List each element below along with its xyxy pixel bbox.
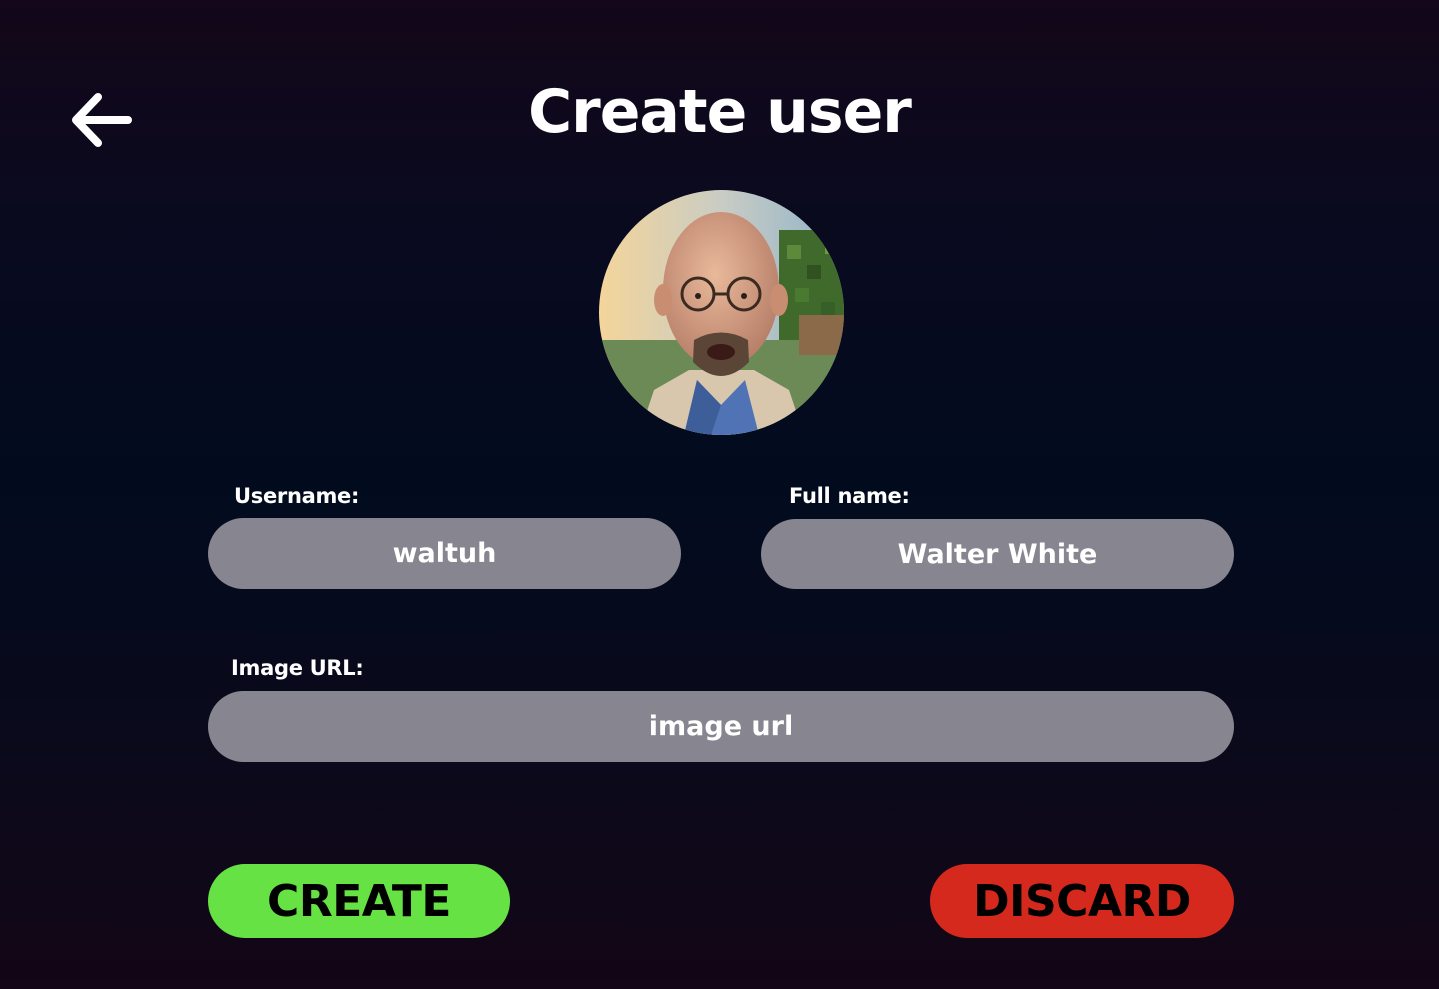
username-input[interactable]	[208, 518, 681, 589]
image-url-label: Image URL:	[231, 656, 364, 680]
fullname-label: Full name:	[789, 484, 910, 508]
discard-button[interactable]: DISCARD	[930, 864, 1234, 938]
create-button[interactable]: CREATE	[208, 864, 510, 938]
avatar	[599, 190, 844, 435]
fullname-input[interactable]	[761, 519, 1234, 589]
username-label: Username:	[234, 484, 360, 508]
page-title: Create user	[528, 77, 912, 147]
image-url-input[interactable]	[208, 691, 1234, 762]
